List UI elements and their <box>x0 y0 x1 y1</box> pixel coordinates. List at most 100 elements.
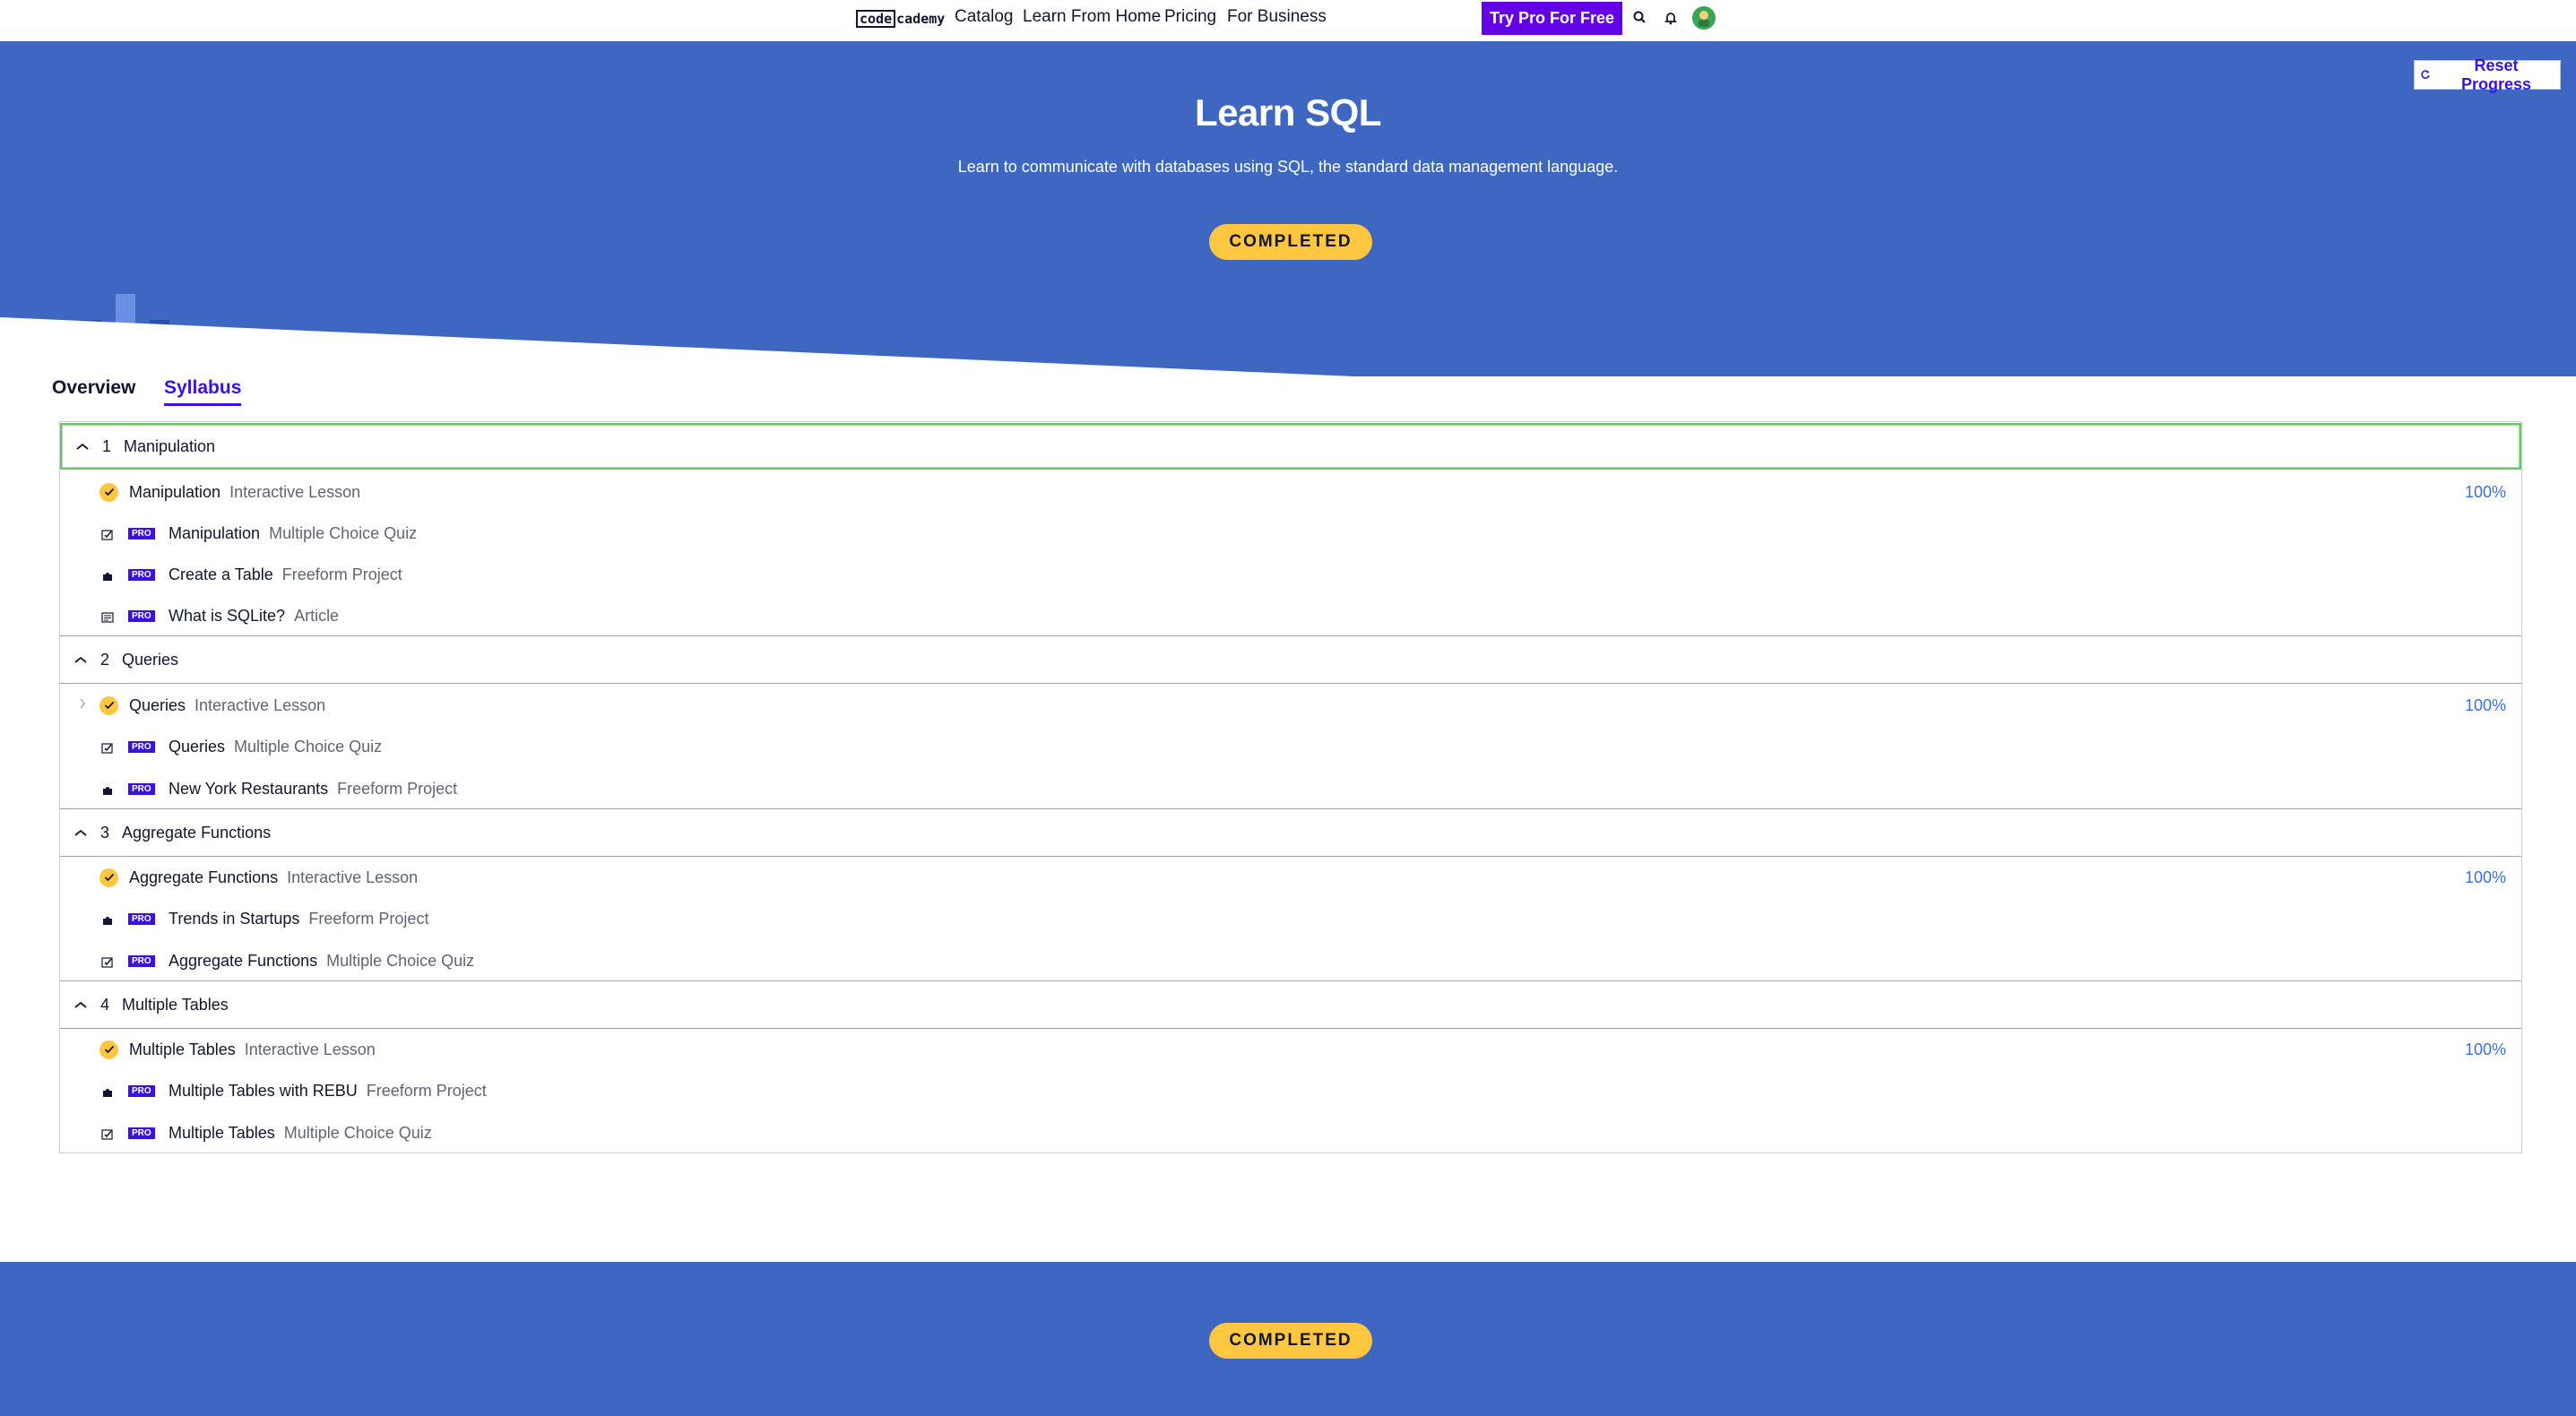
list-item[interactable]: PRO Queries Multiple Choice Quiz <box>60 727 2521 766</box>
module-number: 1 <box>102 436 112 455</box>
reset-progress-button[interactable]: Reset Progress <box>2414 56 2561 93</box>
puzzle-icon <box>101 568 114 581</box>
module-divider <box>60 856 2521 857</box>
list-item[interactable]: PRO New York Restaurants Freeform Project <box>60 769 2521 808</box>
item-kind: Interactive Lesson <box>287 868 419 886</box>
try-pro-button[interactable]: Try Pro For Free <box>1482 2 1622 35</box>
check-icon <box>99 1040 118 1059</box>
chevron-right-icon[interactable] <box>78 696 87 715</box>
module-title: Multiple Tables <box>122 995 229 1014</box>
nav-pricing[interactable]: Pricing <box>1164 7 1216 27</box>
module-divider <box>60 683 2521 684</box>
pro-badge: PRO <box>128 527 155 540</box>
avatar[interactable] <box>1692 6 1716 30</box>
module-header[interactable]: 1 Manipulation <box>60 423 2521 470</box>
item-kind: Freeform Project <box>281 565 402 583</box>
list-item[interactable]: Multiple Tables Interactive Lesson 100% <box>60 1030 2521 1069</box>
puzzle-icon <box>101 1084 114 1097</box>
pro-badge: PRO <box>128 912 155 925</box>
module-header[interactable]: 2 Queries <box>60 636 2521 683</box>
chevron-up-icon <box>75 442 93 451</box>
codecademy-logo[interactable]: code cademy <box>856 9 945 29</box>
hero-diagonal-edge <box>0 317 2576 381</box>
list-item[interactable]: PRO Multiple Tables Multiple Choice Quiz <box>60 1113 2521 1153</box>
module-number: 2 <box>100 650 110 669</box>
module-number: 4 <box>100 995 110 1014</box>
item-title: New York Restaurants <box>169 779 329 798</box>
item-title: Aggregate Functions <box>129 868 279 886</box>
chevron-up-icon <box>73 1000 91 1009</box>
tab-syllabus[interactable]: Syllabus <box>164 376 242 406</box>
progress-percent: 100% <box>2464 868 2506 886</box>
footer-status-badge: COMPLETED <box>1209 1323 1372 1359</box>
item-title: Queries <box>169 737 226 755</box>
quiz-icon <box>101 1127 114 1140</box>
list-item[interactable]: PRO Multiple Tables with REBU Freeform Pr… <box>60 1071 2521 1110</box>
list-item[interactable]: Manipulation Interactive Lesson 100% <box>60 472 2521 512</box>
item-title: Multiple Tables with REBU <box>169 1081 358 1100</box>
check-icon <box>99 868 118 887</box>
quiz-icon <box>101 954 114 968</box>
item-title: Trends in Startups <box>169 909 300 928</box>
item-kind: Interactive Lesson <box>194 695 326 714</box>
item-kind: Multiple Choice Quiz <box>283 1123 432 1142</box>
list-item[interactable]: Aggregate Functions Interactive Lesson 10… <box>60 858 2521 897</box>
module-header[interactable]: 4 Multiple Tables <box>60 981 2521 1028</box>
item-kind: Interactive Lesson <box>229 482 361 501</box>
list-item[interactable]: PRO Trends in Startups Freeform Project <box>60 899 2521 938</box>
progress-percent: 100% <box>2464 695 2506 714</box>
reset-progress-label: Reset Progress <box>2460 56 2532 93</box>
quiz-icon <box>101 740 114 754</box>
item-title: Queries <box>129 695 186 714</box>
pro-badge: PRO <box>128 609 155 622</box>
nav-for-business[interactable]: For Business <box>1227 7 1327 27</box>
list-item[interactable]: PRO Create a Table Freeform Project <box>60 555 2521 594</box>
pro-badge: PRO <box>128 568 155 581</box>
pro-badge: PRO <box>128 740 155 753</box>
pro-badge: PRO <box>128 782 155 795</box>
progress-percent: 100% <box>2464 1040 2506 1058</box>
module-divider <box>60 1028 2521 1029</box>
pro-badge: PRO <box>128 954 155 967</box>
search-icon[interactable] <box>1631 9 1649 27</box>
list-item[interactable]: Queries Interactive Lesson 100% <box>60 686 2521 725</box>
logo-code-text: code <box>856 10 896 28</box>
list-item[interactable]: PRO Manipulation Multiple Choice Quiz <box>60 514 2521 553</box>
module-title: Manipulation <box>124 436 216 455</box>
page-title: Learn SQL <box>1195 91 1381 134</box>
nav-learn-from-home[interactable]: Learn From Home <box>1023 7 1161 27</box>
footer-banner: COMPLETED <box>0 1262 2576 1416</box>
pro-badge: PRO <box>128 1127 155 1139</box>
item-kind: Freeform Project <box>337 779 458 798</box>
list-item[interactable]: PRO Aggregate Functions Multiple Choice Q… <box>60 941 2521 980</box>
list-item[interactable]: PRO What is SQLite? Article <box>60 596 2521 635</box>
refresh-icon <box>2420 65 2431 84</box>
item-title: Create a Table <box>169 565 273 583</box>
item-title: Multiple Tables <box>129 1040 236 1058</box>
status-badge: COMPLETED <box>1209 224 1372 260</box>
module-title: Queries <box>122 650 179 669</box>
check-icon <box>99 482 118 502</box>
syllabus-list: 1 Manipulation Manipulation Interactive L… <box>59 421 2522 1153</box>
check-icon <box>99 695 118 715</box>
item-title: Manipulation <box>129 482 221 501</box>
chevron-up-icon <box>73 655 91 664</box>
puzzle-icon <box>101 912 114 925</box>
module-header[interactable]: 3 Aggregate Functions <box>60 809 2521 856</box>
module-title: Aggregate Functions <box>122 823 272 842</box>
item-kind: Multiple Choice Quiz <box>234 737 383 755</box>
item-kind: Interactive Lesson <box>244 1040 376 1058</box>
item-kind: Multiple Choice Quiz <box>326 951 475 970</box>
puzzle-icon <box>101 782 114 795</box>
item-kind: Multiple Choice Quiz <box>269 523 418 542</box>
item-kind: Freeform Project <box>308 909 429 928</box>
course-description: Learn to communicate with databases usin… <box>957 158 1619 176</box>
item-kind: Article <box>294 606 340 625</box>
item-kind: Freeform Project <box>366 1081 487 1100</box>
nav-catalog[interactable]: Catalog <box>955 7 1014 27</box>
logo-cademy-text: cademy <box>896 11 946 27</box>
article-icon <box>101 609 114 623</box>
tab-overview[interactable]: Overview <box>52 376 135 403</box>
bell-icon[interactable] <box>1662 9 1680 27</box>
module-number: 3 <box>100 823 110 842</box>
